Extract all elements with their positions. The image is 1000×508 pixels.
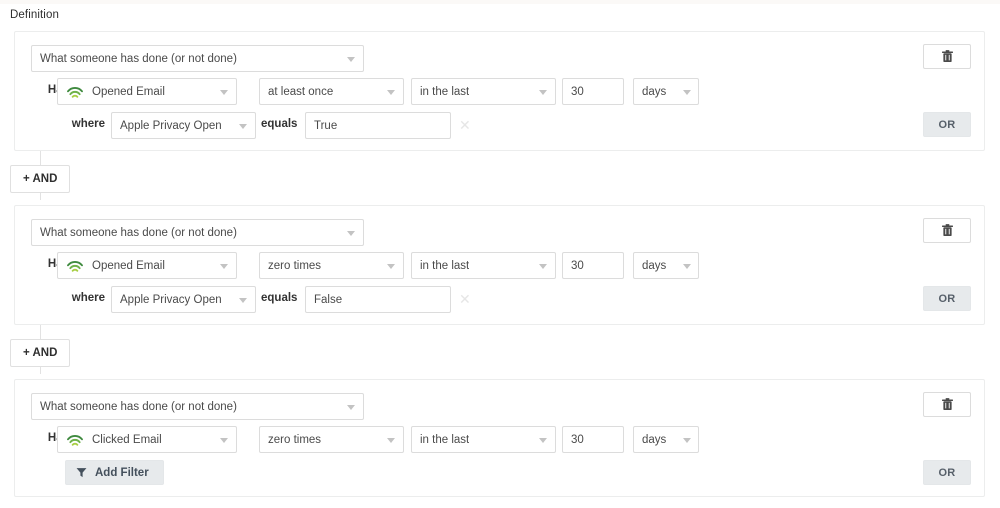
chevron-down-icon bbox=[387, 264, 395, 269]
condition-type-select[interactable]: What someone has done (or not done) bbox=[31, 45, 364, 72]
timeframe-value: in the last bbox=[420, 260, 469, 272]
clear-x-icon[interactable]: ✕ bbox=[459, 292, 471, 306]
add-filter-button[interactable]: Add Filter bbox=[65, 460, 164, 485]
where-label: where bbox=[57, 118, 105, 130]
filter-value: False bbox=[314, 294, 342, 306]
timeframe-value: in the last bbox=[420, 86, 469, 98]
or-button[interactable]: OR bbox=[923, 112, 971, 137]
chevron-down-icon bbox=[539, 90, 547, 95]
signal-arc-icon bbox=[66, 258, 84, 274]
condition-type-value: What someone has done (or not done) bbox=[40, 401, 237, 413]
filter-value-input[interactable]: False bbox=[305, 286, 451, 313]
unit-value: days bbox=[642, 434, 666, 446]
chevron-down-icon bbox=[347, 405, 355, 410]
amount-value: 30 bbox=[571, 86, 584, 98]
frequency-value: zero times bbox=[268, 434, 321, 446]
trash-icon bbox=[942, 50, 953, 63]
or-button[interactable]: OR bbox=[923, 286, 971, 311]
delete-condition-button[interactable] bbox=[923, 218, 971, 243]
filter-operator-label: equals bbox=[261, 118, 303, 130]
filter-value-input[interactable]: True bbox=[305, 112, 451, 139]
timeframe-select[interactable]: in the last bbox=[411, 252, 556, 279]
metric-select[interactable]: Opened Email bbox=[57, 78, 237, 105]
chevron-down-icon bbox=[683, 264, 691, 269]
frequency-value: zero times bbox=[268, 260, 321, 272]
filter-value: True bbox=[314, 120, 337, 132]
unit-value: days bbox=[642, 86, 666, 98]
condition-type-value: What someone has done (or not done) bbox=[40, 227, 237, 239]
funnel-icon bbox=[76, 467, 87, 478]
condition-card: What someone has done (or not done) Has … bbox=[14, 205, 985, 325]
filter-attribute-select[interactable]: Apple Privacy Open bbox=[111, 286, 256, 313]
section-label: Definition bbox=[10, 9, 59, 21]
frequency-value: at least once bbox=[268, 86, 333, 98]
timeframe-select[interactable]: in the last bbox=[411, 78, 556, 105]
metric-select[interactable]: Opened Email bbox=[57, 252, 237, 279]
delete-condition-button[interactable] bbox=[923, 44, 971, 69]
trash-icon bbox=[942, 398, 953, 411]
frequency-select[interactable]: zero times bbox=[259, 426, 404, 453]
clear-x-icon[interactable]: ✕ bbox=[459, 118, 471, 132]
add-and-button[interactable]: + AND bbox=[10, 165, 70, 193]
frequency-select[interactable]: at least once bbox=[259, 78, 404, 105]
metric-value: Opened Email bbox=[92, 260, 165, 272]
chevron-down-icon bbox=[347, 231, 355, 236]
chevron-down-icon bbox=[239, 298, 247, 303]
condition-type-value: What someone has done (or not done) bbox=[40, 53, 237, 65]
filter-attribute-value: Apple Privacy Open bbox=[120, 120, 222, 132]
chevron-down-icon bbox=[683, 438, 691, 443]
metric-value: Opened Email bbox=[92, 86, 165, 98]
unit-value: days bbox=[642, 260, 666, 272]
metric-select[interactable]: Clicked Email bbox=[57, 426, 237, 453]
metric-value: Clicked Email bbox=[92, 434, 162, 446]
chevron-down-icon bbox=[539, 438, 547, 443]
add-filter-label: Add Filter bbox=[95, 467, 149, 479]
trash-icon bbox=[942, 224, 953, 237]
where-label: where bbox=[57, 292, 105, 304]
condition-card: What someone has done (or not done) Has … bbox=[14, 31, 985, 151]
unit-select[interactable]: days bbox=[633, 426, 699, 453]
signal-arc-icon bbox=[66, 432, 84, 448]
chevron-down-icon bbox=[220, 90, 228, 95]
timeframe-select[interactable]: in the last bbox=[411, 426, 556, 453]
condition-card: What someone has done (or not done) Has … bbox=[14, 379, 985, 497]
condition-type-select[interactable]: What someone has done (or not done) bbox=[31, 219, 364, 246]
unit-select[interactable]: days bbox=[633, 252, 699, 279]
signal-arc-icon bbox=[66, 84, 84, 100]
chevron-down-icon bbox=[220, 264, 228, 269]
add-and-button[interactable]: + AND bbox=[10, 339, 70, 367]
definition-builder: Definition What someone has done (or not… bbox=[0, 0, 1000, 508]
delete-condition-button[interactable] bbox=[923, 392, 971, 417]
chevron-down-icon bbox=[683, 90, 691, 95]
filter-attribute-select[interactable]: Apple Privacy Open bbox=[111, 112, 256, 139]
or-button[interactable]: OR bbox=[923, 460, 971, 485]
timeframe-value: in the last bbox=[420, 434, 469, 446]
top-band bbox=[0, 0, 1000, 4]
chevron-down-icon bbox=[387, 90, 395, 95]
frequency-select[interactable]: zero times bbox=[259, 252, 404, 279]
amount-input[interactable]: 30 bbox=[562, 78, 624, 105]
condition-type-select[interactable]: What someone has done (or not done) bbox=[31, 393, 364, 420]
chevron-down-icon bbox=[539, 264, 547, 269]
chevron-down-icon bbox=[220, 438, 228, 443]
chevron-down-icon bbox=[387, 438, 395, 443]
unit-select[interactable]: days bbox=[633, 78, 699, 105]
chevron-down-icon bbox=[239, 124, 247, 129]
chevron-down-icon bbox=[347, 57, 355, 62]
amount-input[interactable]: 30 bbox=[562, 252, 624, 279]
amount-value: 30 bbox=[571, 260, 584, 272]
filter-operator-label: equals bbox=[261, 292, 303, 304]
filter-attribute-value: Apple Privacy Open bbox=[120, 294, 222, 306]
amount-value: 30 bbox=[571, 434, 584, 446]
amount-input[interactable]: 30 bbox=[562, 426, 624, 453]
